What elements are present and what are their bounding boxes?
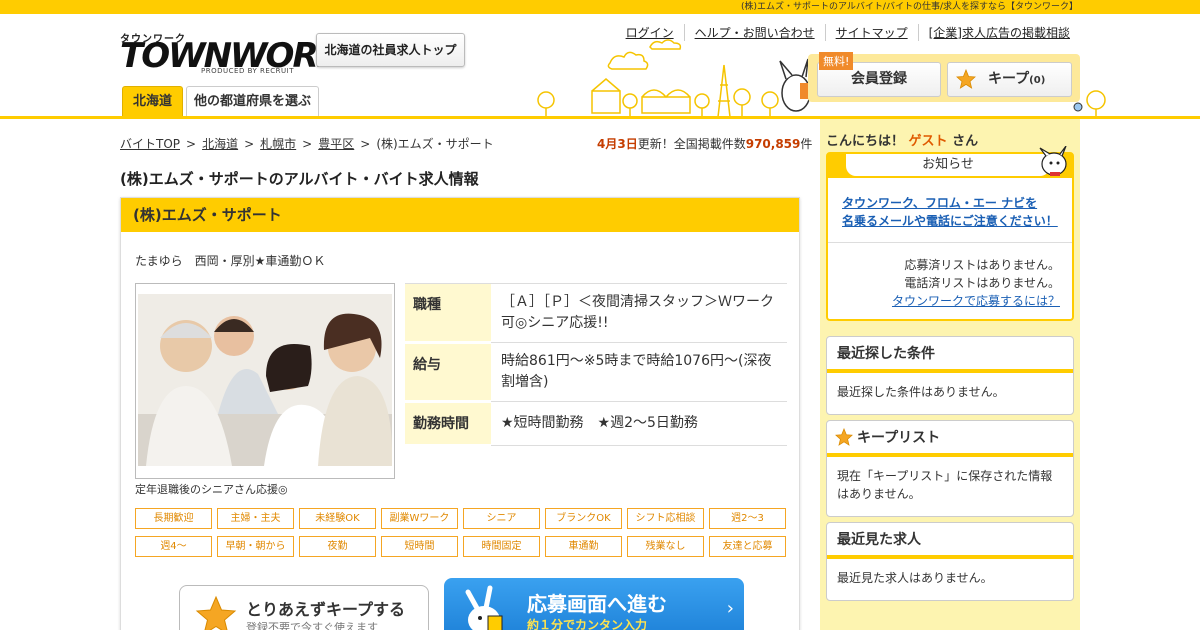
table-row: 勤務時間 ★短時間勤務 ★週2～5日勤務 xyxy=(405,400,787,447)
company-name[interactable]: (株)エムズ・サポート xyxy=(121,198,799,232)
star-icon xyxy=(835,428,853,446)
senior-family-photo xyxy=(138,294,392,466)
greeting-suffix: さん xyxy=(952,134,979,149)
apply-button[interactable]: 応募画面へ進む 約１分でカンタン入力 › xyxy=(444,578,744,630)
keep-list-body: 現在「キープリスト」に保存された情報はありません。 xyxy=(837,469,1053,501)
scam-warning-link[interactable]: タウンワーク、フロム・エー ナビを 名乗るメールや電話にご注意ください！ xyxy=(842,194,1058,230)
salary-value: 時給861円～※5時まで時給1076円～(深夜割増含) xyxy=(491,342,787,402)
photo-caption: 定年退職後のシニアさん応援◎ xyxy=(135,483,288,496)
tag[interactable]: 未経験OK xyxy=(299,508,376,529)
breadcrumb-baito-top[interactable]: バイトTOP xyxy=(120,137,180,151)
occupation-label: 職種 xyxy=(405,283,491,344)
tag[interactable]: 副業Wワーク xyxy=(381,508,458,529)
update-info: 4月3日更新！全国掲載件数970,859件 xyxy=(597,135,812,152)
update-text: 更新！全国掲載件数 xyxy=(637,137,746,151)
breadcrumb-separator: > xyxy=(360,137,371,151)
keep-count: (0) xyxy=(1029,75,1046,86)
townwork-logo[interactable]: タウンワーク TOWNWORK PRODUCED BY RECRUIT xyxy=(120,30,343,76)
star-icon xyxy=(956,68,976,89)
tag[interactable]: 長期歓迎 xyxy=(135,508,212,529)
notice-title: お知らせ xyxy=(844,154,1052,178)
breadcrumb-toyohira[interactable]: 豊平区 xyxy=(318,137,354,151)
keep-list-title: キープリスト xyxy=(857,430,941,446)
feature-tags: 長期歓迎 主婦・主夫 未経験OK 副業Wワーク シニア ブランクOK シフト応相… xyxy=(135,508,791,557)
logo-producer: PRODUCED BY RECRUIT xyxy=(201,67,294,75)
tag[interactable]: 夜勤 xyxy=(299,536,376,557)
breadcrumb-separator: > xyxy=(302,137,313,151)
breadcrumb-separator: > xyxy=(244,137,255,151)
tag[interactable]: 時間固定 xyxy=(463,536,540,557)
tag[interactable]: 友達と応募 xyxy=(709,536,786,557)
job-card: (株)エムズ・サポート たまゆら 西岡・厚別★車通勤ＯＫ 定年退職後のシニアさん… xyxy=(120,197,800,630)
hokkaido-fulltime-top-button[interactable]: 北海道の社員求人トップ xyxy=(316,33,465,67)
tag[interactable]: 早朝・朝から xyxy=(217,536,294,557)
recent-search-title: 最近探した条件 xyxy=(827,337,1073,373)
tag[interactable]: 主婦・主夫 xyxy=(217,508,294,529)
listing-count: 970,859 xyxy=(745,137,801,151)
keep-list-header: キープリスト xyxy=(827,421,1073,457)
breadcrumb-sapporo[interactable]: 札幌市 xyxy=(260,137,296,151)
greeting-prefix: こんにちは！ xyxy=(826,134,905,149)
keep-now-title: とりあえずキープする xyxy=(246,600,406,619)
job-details-table: 職種 ［Ａ］［Ｐ］＜夜間清掃スタッフ＞Ｗワーク可◎シニア応援!! 給与 時給86… xyxy=(405,283,787,447)
tag[interactable]: 短時間 xyxy=(381,536,458,557)
keep-now-button[interactable]: とりあえずキープする 登録不要で今すぐ使えます xyxy=(179,585,429,630)
keep-list-box: キープリスト 現在「キープリスト」に保存された情報はありません。 xyxy=(826,420,1074,517)
tab-other-prefectures[interactable]: 他の都道府県を選ぶ xyxy=(186,86,319,117)
breadcrumb-hokkaido[interactable]: 北海道 xyxy=(202,137,238,151)
occupation-value: ［Ａ］［Ｐ］＜夜間清掃スタッフ＞Ｗワーク可◎シニア応援!! xyxy=(491,283,787,343)
breadcrumb-current: (株)エムズ・サポート xyxy=(376,137,494,151)
chevron-right-icon: › xyxy=(726,598,734,619)
salary-label: 給与 xyxy=(405,341,491,403)
tag[interactable]: 週4～ xyxy=(135,536,212,557)
update-date: 4月3日 xyxy=(597,137,638,151)
tag[interactable]: ブランクOK xyxy=(545,508,622,529)
listing-unit: 件 xyxy=(800,137,813,151)
hours-label: 勤務時間 xyxy=(405,400,491,447)
table-row: 給与 時給861円～※5時まで時給1076円～(深夜割増含) xyxy=(405,341,787,403)
mascot-icon xyxy=(465,585,503,630)
scam-warning-line1: タウンワーク、フロム・エー ナビを xyxy=(842,196,1038,210)
recent-view-title: 最近見た求人 xyxy=(827,523,1073,559)
apply-title: 応募画面へ進む xyxy=(527,592,667,616)
top-banner: (株)エムズ・サポートのアルバイト/バイトの仕事/求人を探すなら【タウンワーク】 xyxy=(0,0,1200,14)
tag[interactable]: シフト応相談 xyxy=(627,508,704,529)
mascot-dog-icon xyxy=(1039,146,1067,176)
keep-button-label: キープ xyxy=(988,71,1030,87)
greeting: こんにちは！ ゲスト さん xyxy=(826,130,978,149)
how-to-apply-link[interactable]: タウンワークで応募するには？ xyxy=(892,292,1060,309)
recent-search-box: 最近探した条件 最近探した条件はありません。 xyxy=(826,336,1074,415)
scam-warning-line2: 名乗るメールや電話にご注意ください！ xyxy=(842,214,1058,228)
job-photo xyxy=(135,283,395,479)
breadcrumb: バイトTOP > 北海道 > 札幌市 > 豊平区 > (株)エムズ・サポート xyxy=(120,135,494,152)
star-icon xyxy=(195,595,237,630)
apply-sub: 約１分でカンタン入力 xyxy=(527,618,648,630)
tag[interactable]: 残業なし xyxy=(627,536,704,557)
keep-now-sub: 登録不要で今すぐ使えます xyxy=(246,621,378,630)
tab-hokkaido[interactable]: 北海道 xyxy=(122,86,183,117)
notice-box: お知らせ タウンワーク、フロム・エー ナビを 名乗るメールや電話にご注意ください… xyxy=(826,146,1074,321)
tag[interactable]: 週2～3 xyxy=(709,508,786,529)
tag[interactable]: シニア xyxy=(463,508,540,529)
recent-view-box: 最近見た求人 最近見た求人はありません。 xyxy=(826,522,1074,601)
table-row: 職種 ［Ａ］［Ｐ］＜夜間清掃スタッフ＞Ｗワーク可◎シニア応援!! xyxy=(405,283,787,344)
page-title: (株)エムズ・サポートのアルバイト・バイト求人情報 xyxy=(120,170,479,188)
recent-search-body: 最近探した条件はありません。 xyxy=(837,385,1005,399)
recent-view-body: 最近見た求人はありません。 xyxy=(837,571,993,585)
page: { "topbar": {"text": "(株)エムズ・サポートのアルバイト/… xyxy=(0,0,1200,630)
greeting-guest: ゲスト xyxy=(908,134,948,149)
free-badge: 無料! xyxy=(819,52,854,70)
breadcrumb-separator: > xyxy=(186,137,197,151)
called-list-empty: 電話済リストはありません。 xyxy=(904,276,1060,290)
job-catchphrase: たまゆら 西岡・厚別★車通勤ＯＫ xyxy=(135,254,326,268)
applied-list-empty: 応募済リストはありません。 xyxy=(904,258,1060,272)
keep-button[interactable]: キープ(0) xyxy=(947,62,1072,97)
hours-value: ★短時間勤務 ★週2～5日勤務 xyxy=(491,401,787,446)
divider xyxy=(828,242,1072,243)
tag[interactable]: 車通勤 xyxy=(545,536,622,557)
